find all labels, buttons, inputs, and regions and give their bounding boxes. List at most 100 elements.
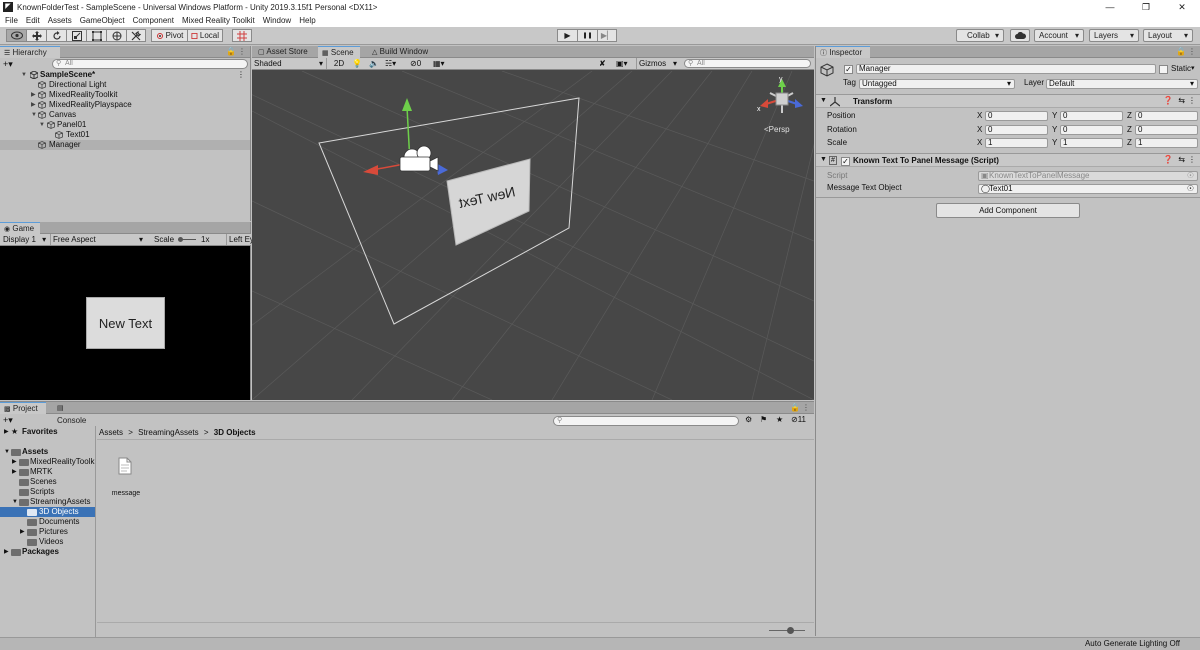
- icon-size-slider-thumb[interactable]: [787, 627, 794, 634]
- hierarchy-item-mixedrealityplayspace[interactable]: ▶ MixedRealityPlayspace: [0, 100, 250, 110]
- hierarchy-item-directional-light[interactable]: Directional Light: [0, 80, 250, 90]
- layout-dropdown[interactable]: Layout ▾: [1143, 29, 1193, 42]
- project-item-documents[interactable]: Documents: [0, 517, 95, 527]
- scale-x-input[interactable]: 1: [985, 138, 1048, 148]
- account-dropdown[interactable]: Account ▾: [1034, 29, 1084, 42]
- help-icon[interactable]: ❓: [1163, 155, 1173, 164]
- active-checkbox[interactable]: ✓: [844, 65, 853, 74]
- rotation-x-input[interactable]: 0: [985, 125, 1048, 135]
- display-dropdown[interactable]: Display 1 ▾: [3, 235, 46, 244]
- static-checkbox[interactable]: [1159, 65, 1168, 74]
- preset-icon[interactable]: ⇆: [1178, 155, 1185, 164]
- hidden-objects-toggle[interactable]: ⊘0: [410, 58, 430, 69]
- hierarchy-item-canvas[interactable]: ▼ Canvas: [0, 110, 250, 120]
- move-tool-button[interactable]: [26, 29, 46, 42]
- camera-settings-icon[interactable]: ▣▾: [616, 58, 636, 69]
- breadcrumb-3d-objects[interactable]: 3D Objects: [214, 428, 256, 437]
- hierarchy-item-mixedrealitytoolkit[interactable]: ▶ MixedRealityToolkit: [0, 90, 250, 100]
- rotation-y-input[interactable]: 0: [1060, 125, 1123, 135]
- project-item-scripts[interactable]: Scripts: [0, 487, 95, 497]
- audio-toggle-icon[interactable]: 🔈: [369, 58, 381, 69]
- create-dropdown[interactable]: +▾: [3, 415, 13, 425]
- project-item-mrtk[interactable]: ▶ MRTK: [0, 467, 95, 477]
- panel-menu-icon[interactable]: ⋮: [802, 402, 810, 414]
- component-enabled-checkbox[interactable]: ✓: [841, 157, 850, 166]
- static-dropdown[interactable]: ▾: [1191, 64, 1195, 72]
- lighting-toggle-icon[interactable]: 💡: [352, 58, 364, 69]
- scale-slider-thumb[interactable]: [178, 237, 183, 242]
- eye-dropdown[interactable]: Left Ey: [226, 234, 254, 245]
- scale-z-input[interactable]: 1: [1135, 138, 1198, 148]
- position-x-input[interactable]: 0: [985, 111, 1048, 121]
- search-by-label-icon[interactable]: ⚑: [760, 415, 767, 424]
- grid-toggle-icon[interactable]: ▦▾: [433, 58, 455, 69]
- transform-header[interactable]: ▼ Transform ❓ ⇆ ⋮: [816, 94, 1200, 108]
- rotate-tool-button[interactable]: [46, 29, 66, 42]
- project-item-assets[interactable]: ▼ Assets: [0, 447, 95, 457]
- breadcrumb-streamingassets[interactable]: StreamingAssets: [138, 428, 198, 437]
- tab-hierarchy[interactable]: ☰ Hierarchy: [0, 46, 60, 58]
- component-menu-icon[interactable]: ⋮: [1188, 155, 1196, 164]
- maximize-button[interactable]: ❐: [1128, 0, 1164, 14]
- project-item-packages[interactable]: ▶ Packages: [0, 547, 95, 557]
- hierarchy-search-input[interactable]: ⚲ All: [52, 59, 248, 69]
- project-search-input[interactable]: ⚲: [553, 416, 739, 426]
- aspect-dropdown[interactable]: Free Aspect ▾: [50, 234, 146, 245]
- hidden-packages-toggle[interactable]: ⊘11: [791, 415, 806, 424]
- tag-dropdown[interactable]: Untagged ▾: [859, 79, 1015, 89]
- 2d-toggle[interactable]: 2D: [332, 58, 346, 69]
- tab-asset-store[interactable]: ▢ Asset Store: [254, 46, 316, 58]
- help-icon[interactable]: ❓: [1163, 96, 1173, 105]
- project-item-scenes[interactable]: Scenes: [0, 477, 95, 487]
- scale-tool-button[interactable]: [66, 29, 86, 42]
- gizmos-dropdown[interactable]: Gizmos ▾: [636, 58, 680, 69]
- menu-edit[interactable]: Edit: [26, 16, 40, 25]
- breadcrumb-assets[interactable]: Assets: [99, 428, 123, 437]
- project-item-videos[interactable]: Videos: [0, 537, 95, 547]
- view-tool-button[interactable]: [6, 29, 26, 42]
- favorites-row[interactable]: ▶ ★ Favorites: [0, 427, 95, 437]
- panel-menu-icon[interactable]: ⋮: [238, 46, 246, 58]
- search-by-type-icon[interactable]: ⚙: [745, 415, 752, 424]
- local-toggle[interactable]: Local: [187, 29, 223, 42]
- custom-tool-button[interactable]: [126, 29, 146, 42]
- asset-item-message[interactable]: message: [112, 457, 140, 499]
- tools-icon[interactable]: ✘: [599, 58, 611, 69]
- scene-row[interactable]: ▼ SampleScene* ⋮: [0, 70, 250, 80]
- position-z-input[interactable]: 0: [1135, 111, 1198, 121]
- menu-gameobject[interactable]: GameObject: [80, 16, 125, 25]
- lock-icon[interactable]: 🔒: [1176, 46, 1186, 58]
- hierarchy-item-text01[interactable]: Text01: [0, 130, 250, 140]
- menu-assets[interactable]: Assets: [48, 16, 72, 25]
- hierarchy-item-manager[interactable]: Manager: [0, 140, 250, 150]
- lock-icon[interactable]: 🔒: [790, 402, 800, 414]
- add-component-button[interactable]: Add Component: [936, 203, 1080, 218]
- tab-project[interactable]: ▩ Project: [0, 402, 46, 414]
- close-button[interactable]: ✕: [1164, 0, 1200, 14]
- rotation-z-input[interactable]: 0: [1135, 125, 1198, 135]
- snap-grid-button[interactable]: [232, 29, 252, 42]
- pivot-toggle[interactable]: Pivot: [151, 29, 187, 42]
- menu-help[interactable]: Help: [299, 16, 315, 25]
- shading-mode-dropdown[interactable]: Shaded ▾: [252, 58, 327, 69]
- collab-dropdown[interactable]: Collab ▾: [956, 29, 1004, 42]
- tab-game[interactable]: ◉ Game: [0, 222, 40, 234]
- menu-component[interactable]: Component: [133, 16, 174, 25]
- menu-window[interactable]: Window: [263, 16, 291, 25]
- step-button[interactable]: ▶▏: [597, 29, 617, 42]
- menu-file[interactable]: File: [5, 16, 18, 25]
- layer-dropdown[interactable]: Default ▾: [1046, 79, 1198, 89]
- tab-build-window[interactable]: △ Build Window: [368, 46, 440, 58]
- project-item-pictures[interactable]: ▶ Pictures: [0, 527, 95, 537]
- rect-tool-button[interactable]: [86, 29, 106, 42]
- preset-icon[interactable]: ⇆: [1178, 96, 1185, 105]
- tab-inspector[interactable]: ⓘ Inspector: [816, 46, 870, 58]
- favorite-star-icon[interactable]: ★: [776, 415, 783, 424]
- tab-scene[interactable]: ▦ Scene: [318, 46, 360, 58]
- create-dropdown[interactable]: +▾: [3, 59, 13, 69]
- project-item-3d-objects[interactable]: 3D Objects: [0, 507, 95, 517]
- panel-menu-icon[interactable]: ⋮: [1188, 46, 1196, 58]
- cloud-button[interactable]: [1010, 29, 1030, 42]
- play-button[interactable]: ▶: [557, 29, 577, 42]
- message-text-object-field[interactable]: ◯ Text01 ☉: [978, 184, 1198, 194]
